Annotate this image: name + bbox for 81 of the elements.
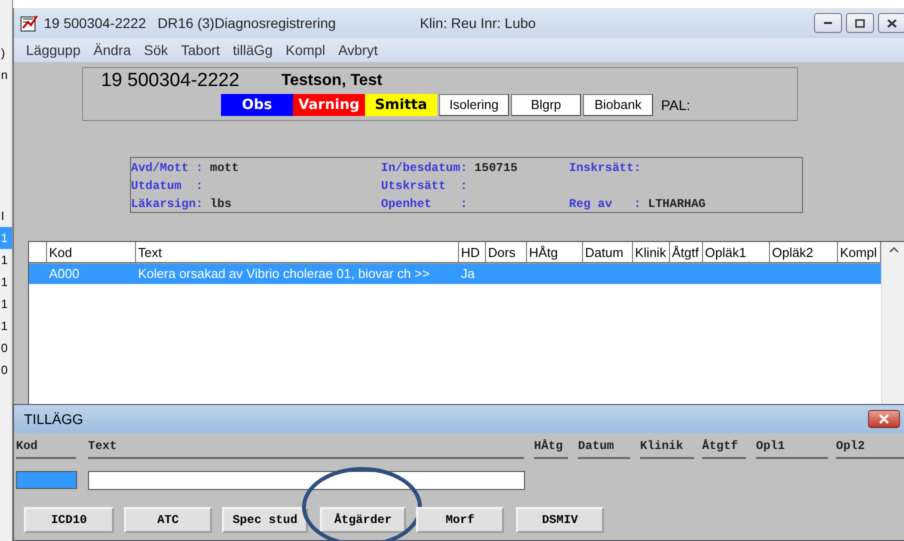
menu-item[interactable]: Avbryt — [338, 40, 387, 60]
column-header[interactable]: Kod — [47, 242, 136, 263]
close-icon — [878, 414, 890, 424]
close-icon — [887, 18, 897, 28]
flag-label: Obs — [221, 94, 293, 116]
field-label: Utskrsätt : — [381, 178, 468, 195]
column-header[interactable]: Datum — [583, 242, 633, 263]
list-row-fragment: 1 — [0, 318, 9, 335]
field-label: Läkarsign: — [131, 196, 204, 213]
scroll-up-icon[interactable] — [888, 246, 898, 253]
field-label: Text — [88, 433, 524, 459]
field-label: Openhet : — [381, 196, 468, 213]
field-label: Avd/Mott : — [131, 160, 204, 177]
field-label: Kod — [16, 433, 76, 459]
column-header[interactable]: HD — [459, 242, 486, 263]
patient-id: 19 500304-2222 — [101, 68, 240, 93]
field-label: In/besdatum: — [381, 160, 468, 177]
column-header[interactable]: Opläk2 — [770, 242, 838, 263]
text-input[interactable] — [88, 471, 525, 490]
field-label: HÅtg — [534, 433, 568, 459]
close-button[interactable] — [878, 13, 904, 33]
patient-button[interactable]: Isolering — [439, 94, 509, 116]
menu-item[interactable]: Tabort — [181, 40, 229, 60]
action-button[interactable]: DSMIV — [516, 507, 604, 533]
column-header[interactable]: Text — [136, 242, 459, 263]
window-edge-text: ) — [0, 45, 6, 62]
field-value: 150715 — [474, 160, 518, 177]
menu-item[interactable]: Ändra — [94, 40, 140, 60]
list-row-fragment: 0 — [0, 340, 9, 357]
window-edge-text: n — [0, 67, 9, 84]
table-cell-text: A000 — [48, 265, 80, 283]
field-label: Klinik — [640, 433, 694, 459]
field-label: Reg av : — [569, 196, 642, 213]
close-button[interactable] — [868, 410, 900, 428]
maximize-icon — [855, 18, 865, 28]
field-value: lbs — [210, 196, 232, 213]
list-row-fragment: 0 — [0, 362, 9, 379]
list-row-fragment: 1 — [0, 296, 9, 313]
field-label: Datum — [578, 433, 630, 459]
maximize-button[interactable] — [846, 13, 874, 33]
column-header[interactable]: Kompl — [838, 242, 881, 263]
list-row-fragment: I — [0, 208, 6, 225]
patient-button[interactable]: Biobank — [583, 94, 653, 116]
field-value: LTHARHAG — [648, 196, 706, 213]
action-button[interactable]: Spec stud — [222, 507, 308, 533]
patient-button[interactable]: Blgrp — [511, 94, 581, 116]
flag-label: Smitta — [365, 94, 437, 116]
field-value: mott — [210, 160, 239, 177]
window-title: 19 500304-2222 DR16 (3)Diagnosregistrering — [44, 14, 336, 33]
dialog-title: TILLÄGG — [24, 410, 84, 428]
action-button[interactable]: ATC — [124, 507, 212, 533]
menu-item[interactable]: Kompl — [286, 40, 334, 60]
column-header[interactable]: Åtgtf — [670, 242, 703, 263]
list-row-fragment: 1 — [0, 227, 12, 249]
column-header[interactable]: Klinik — [633, 242, 670, 263]
table-cell-text: Kolera orsakad av Vibrio cholerae 01, biovar ch >> — [137, 265, 431, 283]
field-label: Inskrsätt: — [569, 160, 642, 177]
minimize-button[interactable] — [814, 13, 842, 33]
menu-item[interactable]: Sök — [144, 40, 177, 60]
field-label: Opl2 — [836, 433, 904, 459]
patient-name: Testson, Test — [281, 71, 382, 91]
flag-label: Varning — [293, 94, 365, 116]
list-row-fragment: 1 — [0, 274, 9, 291]
column-header[interactable]: Opläk1 — [703, 242, 770, 263]
action-button[interactable]: ICD10 — [24, 507, 114, 533]
menu-item[interactable]: tilläGg — [232, 40, 282, 60]
field-label: Opl1 — [756, 433, 828, 459]
field-label: Utdatum : — [131, 178, 204, 195]
column-header[interactable]: Dors — [486, 242, 527, 263]
code-input[interactable] — [16, 471, 77, 489]
minimize-icon — [824, 22, 832, 24]
menu-item[interactable]: Läggupp — [26, 40, 90, 60]
table-cell-text: Ja — [460, 265, 476, 283]
field-label: Åtgtf — [702, 433, 746, 459]
app-icon — [20, 14, 40, 32]
action-button[interactable]: Morf — [416, 507, 504, 533]
list-row-fragment: 1 — [0, 252, 9, 269]
pal-label: PAL: — [661, 96, 690, 114]
window-info: Klin: Reu Inr: Lubo — [420, 14, 536, 32]
column-header[interactable]: HÅtg — [527, 242, 583, 263]
action-button[interactable]: Åtgärder — [320, 507, 406, 533]
